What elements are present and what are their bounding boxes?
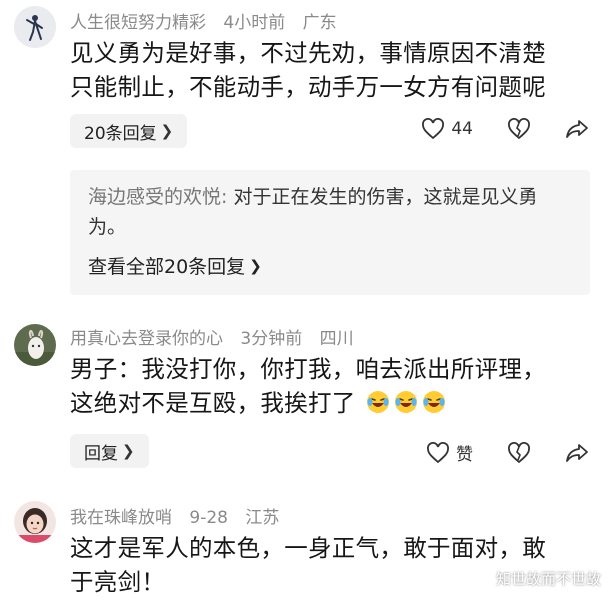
heart-icon <box>422 118 445 140</box>
username[interactable]: 我在珠峰放哨 <box>70 508 172 528</box>
username[interactable]: 用真心去登录你的心 <box>70 329 223 349</box>
comment-actions: 44 <box>421 118 589 140</box>
reply-username[interactable]: 海边感受的欢悦: <box>88 186 227 208</box>
like-button[interactable]: 44 <box>421 118 473 140</box>
comment-meta: 我在珠峰放哨 9-28 江苏 <box>70 503 279 528</box>
heart-icon <box>427 441 449 463</box>
replies-button[interactable]: 20条回复 ❯ <box>70 114 188 148</box>
comment-text: 男子：我没打你，你打我，咱去派出所评理， 这绝对不是互殴，我挨打了 <box>70 355 546 417</box>
reply-preview[interactable]: 海边感受的欢悦: 对于正在发生的伤害，这就是见义勇为。 查看全部20条回复 ❯ <box>70 170 590 295</box>
chevron-right-icon: ❯ <box>249 256 262 275</box>
view-all-replies-link[interactable]: 查看全部20条回复 ❯ <box>88 252 572 279</box>
chevron-right-icon: ❯ <box>160 122 174 140</box>
watermark: 知世故而不世故 <box>478 568 601 589</box>
goat-avatar-icon <box>14 324 56 366</box>
reply-preview-text: 海边感受的欢悦: 对于正在发生的伤害，这就是见义勇为。 <box>88 186 538 238</box>
share-arrow-icon <box>566 443 588 462</box>
share-button[interactable] <box>565 118 589 140</box>
user-avatar-icon <box>14 6 56 48</box>
comment-text: 见义勇为是好事，不过先劝，事情原因不清楚 只能制止，不能动手，动手万一女方有问题… <box>70 39 546 101</box>
timestamp: 4小时前 <box>223 13 286 33</box>
reply-button[interactable]: 回复 ❯ <box>70 434 149 468</box>
share-button[interactable] <box>565 442 589 464</box>
laughing-crying-emoji-icon <box>367 391 390 413</box>
zhihu-logo-icon <box>478 571 492 586</box>
share-arrow-icon <box>566 120 588 138</box>
timestamp: 9-28 <box>189 508 228 528</box>
comment-meta: 用真心去登录你的心 3分钟前 四川 <box>70 324 354 349</box>
comment-actions: 赞 <box>426 440 589 465</box>
laughing-crying-emoji-icon <box>423 391 446 413</box>
broken-heart-icon <box>508 441 530 463</box>
location: 四川 <box>319 329 354 349</box>
avatar[interactable] <box>14 501 56 543</box>
like-label: 赞 <box>456 445 473 465</box>
chevron-right-icon: ❯ <box>122 442 135 460</box>
comment-meta: 人生很短努力精彩 4小时前 广东 <box>70 8 337 33</box>
location: 江苏 <box>245 508 280 528</box>
dislike-button[interactable] <box>507 118 531 140</box>
like-count: 44 <box>451 119 473 139</box>
dislike-button[interactable] <box>507 441 531 464</box>
like-button[interactable]: 赞 <box>426 440 473 465</box>
broken-heart-icon <box>508 118 530 140</box>
location: 广东 <box>302 13 337 33</box>
laughing-crying-emoji-icon <box>395 391 418 413</box>
timestamp: 3分钟前 <box>240 329 303 349</box>
girl-avatar-icon <box>14 501 56 543</box>
avatar[interactable] <box>14 6 56 48</box>
username[interactable]: 人生很短努力精彩 <box>70 13 206 33</box>
avatar[interactable] <box>14 324 56 366</box>
